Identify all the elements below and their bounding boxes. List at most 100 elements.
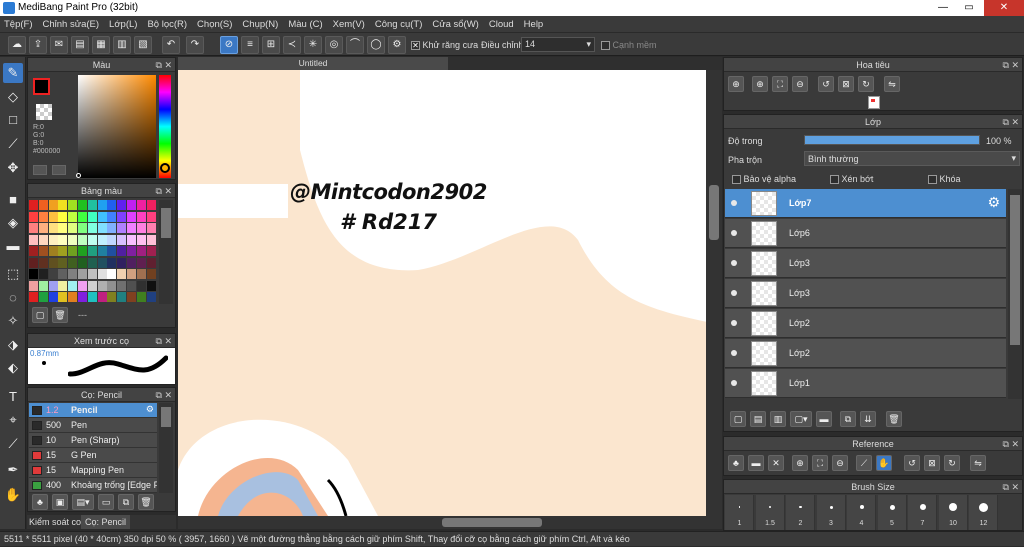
palette-swatch[interactable] bbox=[29, 246, 38, 256]
palette-swatch[interactable] bbox=[146, 211, 156, 222]
undo-icon[interactable]: ↶ bbox=[162, 36, 180, 54]
palette-swatch[interactable] bbox=[107, 280, 117, 291]
brush-copy-icon[interactable]: ⧉ bbox=[118, 494, 134, 510]
palette-swatch[interactable] bbox=[78, 211, 87, 222]
menu-select[interactable]: Chọn(S) bbox=[197, 19, 232, 30]
palette-swatch[interactable] bbox=[78, 200, 87, 210]
brush-item-pen-sharp[interactable]: 10 Pen (Sharp) bbox=[29, 433, 157, 448]
palette-swatch[interactable] bbox=[136, 246, 146, 256]
stroke-tool-icon[interactable]: ⟋ bbox=[3, 134, 23, 154]
canvas-hscroll-thumb[interactable] bbox=[442, 518, 542, 527]
merge-layer-icon[interactable]: ⇊ bbox=[860, 411, 876, 427]
palette-swatch[interactable] bbox=[127, 269, 136, 279]
select-tool-icon[interactable]: ⬚ bbox=[3, 264, 23, 284]
color-picker-cursor[interactable] bbox=[76, 173, 81, 178]
layer-row[interactable]: Lớp3 bbox=[725, 279, 1006, 308]
transparent-swatch[interactable] bbox=[36, 104, 52, 120]
drawing-canvas[interactable]: @Mintcodon2902 # Rd217 bbox=[178, 70, 722, 516]
palette-swatch[interactable] bbox=[68, 292, 78, 302]
palette-swatch[interactable] bbox=[107, 200, 117, 210]
lock-toggle[interactable]: Khóa bbox=[928, 174, 961, 185]
panel-pin-close-icon[interactable]: ⧉ ✕ bbox=[1003, 437, 1019, 451]
palette-swatch[interactable] bbox=[48, 280, 58, 291]
reference-rotate-left-icon[interactable]: ↺ bbox=[904, 455, 920, 471]
palette-swatch[interactable] bbox=[78, 257, 87, 268]
lock-checkbox[interactable] bbox=[928, 175, 937, 185]
zoom-in-icon[interactable]: ⊕ bbox=[728, 76, 744, 92]
panel-pin-close-icon[interactable]: ⧉ ✕ bbox=[1003, 115, 1019, 129]
layer-row[interactable]: Lớp3 bbox=[725, 249, 1006, 278]
blend-mode-dropdown[interactable]: Bình thường ▾ bbox=[804, 151, 1020, 166]
palette-swatch[interactable] bbox=[87, 200, 97, 210]
maximize-button[interactable]: ▭ bbox=[956, 0, 982, 16]
palette-swatch[interactable] bbox=[68, 280, 78, 291]
layer-folder-icon[interactable]: ▬ bbox=[816, 411, 832, 427]
palette-swatch[interactable] bbox=[68, 211, 78, 222]
palette-swatch[interactable] bbox=[29, 200, 38, 210]
edge-toggle[interactable]: Cạnh mềm bbox=[601, 40, 657, 51]
document-tab[interactable]: Untitled bbox=[178, 57, 448, 70]
pen-tool-icon[interactable]: ✒ bbox=[3, 460, 23, 480]
canvas-vscroll-thumb[interactable] bbox=[709, 185, 719, 240]
menu-help[interactable]: Help bbox=[524, 19, 544, 30]
palette-swatch[interactable] bbox=[136, 269, 146, 279]
palette-swatch[interactable] bbox=[38, 223, 48, 233]
palette-swatch[interactable] bbox=[136, 280, 146, 291]
palette-swatch[interactable] bbox=[48, 211, 58, 222]
brush-item-g-pen[interactable]: 15 G Pen bbox=[29, 448, 157, 463]
dot-tool-icon[interactable]: □ bbox=[3, 110, 23, 130]
reference-eyedropper-icon[interactable]: ⟋ bbox=[856, 455, 872, 471]
menu-window[interactable]: Cửa sổ(W) bbox=[432, 19, 478, 30]
opacity-slider[interactable] bbox=[804, 135, 980, 145]
duplicate-layer-icon[interactable]: ⧉ bbox=[840, 411, 856, 427]
swap-color-icon[interactable] bbox=[52, 165, 66, 175]
palette-swatch[interactable] bbox=[87, 223, 97, 233]
bucket-tool-icon[interactable]: ◈ bbox=[3, 213, 23, 233]
upload-icon[interactable]: ⇪ bbox=[29, 36, 47, 54]
redo-icon[interactable]: ↷ bbox=[186, 36, 204, 54]
menu-edit[interactable]: Chỉnh sửa(E) bbox=[43, 19, 100, 30]
palette-swatch[interactable] bbox=[78, 234, 87, 245]
new-layer-icon[interactable]: ▢ bbox=[730, 411, 746, 427]
hue-slider-handle[interactable] bbox=[160, 163, 170, 173]
palette-swatch[interactable] bbox=[48, 223, 58, 233]
reference-hand-icon[interactable]: ✋ bbox=[876, 455, 892, 471]
menu-snap[interactable]: Chụp(N) bbox=[242, 19, 278, 30]
palette-swatch[interactable] bbox=[146, 292, 156, 302]
palette-swatch[interactable] bbox=[107, 234, 117, 245]
brush-open-folder-icon[interactable]: ▭ bbox=[98, 494, 114, 510]
reference-zoom-out-icon[interactable]: ⊖ bbox=[832, 455, 848, 471]
brush-size-option[interactable]: 3 bbox=[816, 495, 846, 530]
navigator-thumbnail[interactable] bbox=[868, 96, 880, 109]
grid-icon[interactable]: ▦ bbox=[92, 36, 110, 54]
close-button[interactable]: ✕ bbox=[984, 0, 1024, 16]
brush-size-option[interactable]: 4 bbox=[847, 495, 876, 530]
gear-icon[interactable]: ⚙ bbox=[987, 194, 1000, 211]
fit-icon[interactable]: ⛶ bbox=[772, 76, 788, 92]
palette-swatch[interactable] bbox=[136, 200, 146, 210]
palette-swatch[interactable] bbox=[38, 246, 48, 256]
palette-swatch[interactable] bbox=[48, 200, 58, 210]
select-pen-tool-icon[interactable]: ⬗ bbox=[3, 335, 23, 355]
palette-swatch[interactable] bbox=[68, 200, 78, 210]
palette-swatch[interactable] bbox=[97, 280, 107, 291]
visibility-eye-icon[interactable] bbox=[731, 230, 737, 236]
antialias-toggle[interactable]: ✕ Khử răng cưa bbox=[411, 40, 478, 51]
reference-rotate-right-icon[interactable]: ↻ bbox=[944, 455, 960, 471]
panel-pin-close-icon[interactable]: ⧉ ✕ bbox=[156, 334, 172, 348]
palette-swatch[interactable] bbox=[117, 234, 127, 245]
menu-layer[interactable]: Lớp(L) bbox=[109, 19, 137, 30]
cross-snap-icon[interactable]: ⊞ bbox=[262, 36, 280, 54]
palette-swatch[interactable] bbox=[48, 246, 58, 256]
palette-swatch[interactable] bbox=[127, 223, 136, 233]
adjust-dropdown[interactable]: 14 ▾ bbox=[521, 37, 595, 52]
palette-swatch[interactable] bbox=[29, 257, 38, 268]
layer-row[interactable]: Lớp7 ⚙ bbox=[725, 189, 1006, 218]
menu-cloud[interactable]: Cloud bbox=[489, 19, 514, 30]
menu-view[interactable]: Xem(V) bbox=[333, 19, 365, 30]
palette-swatch[interactable] bbox=[68, 269, 78, 279]
magic-wand-tool-icon[interactable]: ✧ bbox=[3, 311, 23, 331]
brush-menu-icon[interactable]: ▤▾ bbox=[72, 494, 94, 510]
lasso-tool-icon[interactable]: ◌ bbox=[3, 288, 23, 308]
palette-swatch[interactable] bbox=[136, 211, 146, 222]
